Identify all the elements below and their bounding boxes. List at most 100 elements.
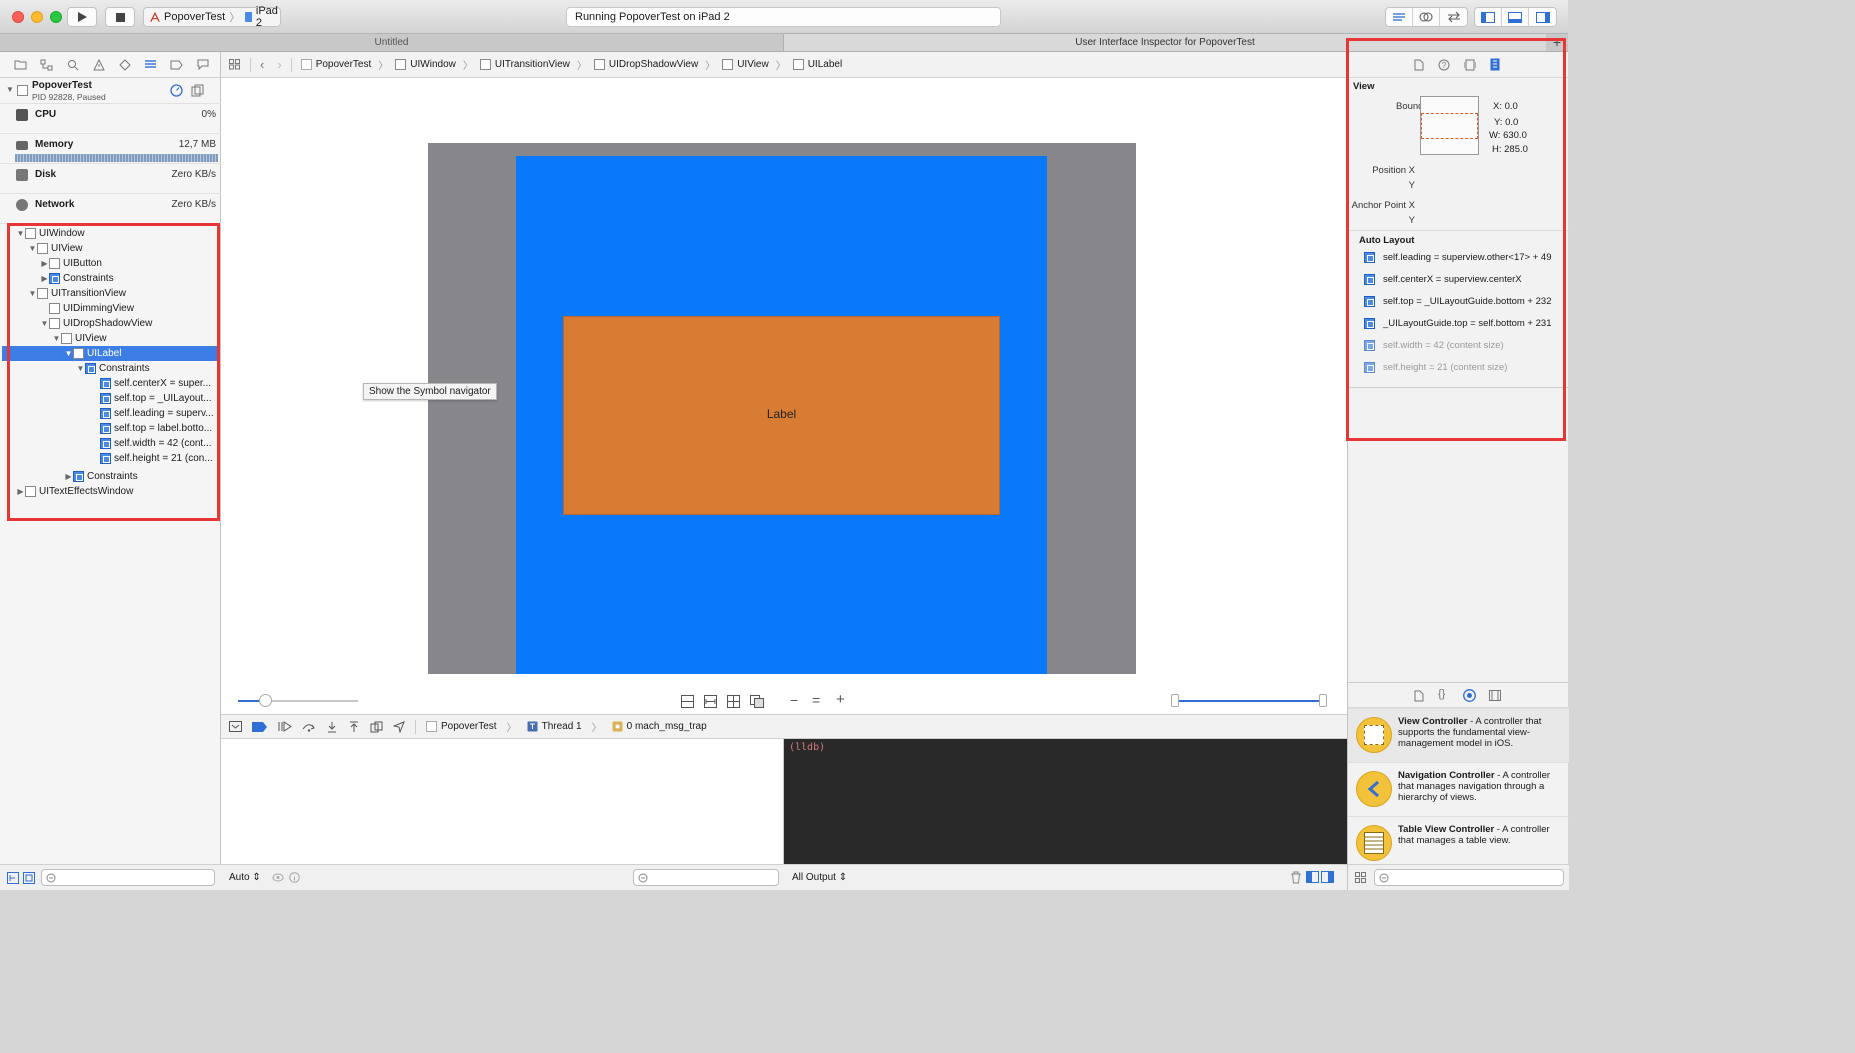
tree-row[interactable]: self.height = 21 (con... [2, 451, 219, 466]
minimize-window-button[interactable] [31, 11, 43, 23]
spacing-slider[interactable] [238, 694, 358, 707]
disclosure-triangle-icon[interactable]: ▼ [16, 229, 25, 238]
run-button[interactable] [67, 7, 97, 27]
constraint-row[interactable]: self.top = _UILayoutGuide.bottom + 232 [1364, 293, 1551, 309]
version-editor-button[interactable] [1440, 8, 1467, 26]
breakpoints-toggle-icon[interactable] [252, 721, 268, 732]
scheme-selector[interactable]: PopoverTest 〉 iPad 2 [143, 5, 281, 29]
debug-breadcrumb-item[interactable]: 0 mach_msg_trap [612, 721, 707, 732]
eye-icon[interactable] [272, 872, 284, 883]
network-gauge[interactable]: Network Zero KB/s [0, 194, 221, 224]
range-slider-left-handle[interactable] [1171, 694, 1179, 707]
media-library-icon[interactable] [1489, 690, 1501, 701]
utilities-toggle-button[interactable] [1529, 8, 1556, 26]
step-over-icon[interactable] [302, 721, 316, 732]
constraint-row[interactable]: self.leading = superview.other<17> + 49 [1364, 249, 1551, 265]
breadcrumb-item[interactable]: UIView [722, 59, 769, 70]
grid-view-icon[interactable] [1355, 872, 1366, 883]
back-button[interactable]: ‹ [260, 57, 264, 72]
step-out-icon[interactable] [348, 721, 360, 733]
related-items-icon[interactable] [229, 59, 241, 70]
console-output[interactable]: (lldb) [784, 739, 1347, 864]
show-hidden-filter-icon[interactable] [23, 872, 35, 884]
debug-breadcrumb-item[interactable]: Thread 1 [527, 721, 582, 732]
uilabel-view[interactable]: Label [563, 316, 1000, 515]
debug-navigator-icon[interactable] [142, 56, 159, 73]
tree-row[interactable]: ▼ UIView [2, 241, 219, 256]
test-navigator-icon[interactable] [116, 56, 133, 73]
tree-row[interactable]: ▼ UIView [2, 331, 219, 346]
library-item-view-controller[interactable]: View Controller - A controller that supp… [1348, 708, 1569, 762]
show-constraints-icon[interactable] [704, 695, 717, 708]
tree-row[interactable]: self.width = 42 (cont... [2, 436, 219, 451]
zoom-window-button[interactable] [50, 11, 62, 23]
stop-button[interactable] [105, 7, 135, 27]
tree-row[interactable]: ▶ Constraints [2, 271, 219, 286]
file-template-library-icon[interactable] [1414, 690, 1424, 702]
new-tab-button[interactable]: + [1546, 34, 1568, 51]
view-hierarchy-icon[interactable] [191, 84, 204, 97]
disclosure-triangle-icon[interactable]: ▼ [40, 319, 49, 328]
view-debugger-canvas[interactable]: Label Show the Symbol navigator [221, 78, 1347, 688]
tree-row[interactable]: ▼ UIWindow [2, 226, 219, 241]
size-inspector-icon[interactable] [1490, 58, 1500, 71]
object-inspector-icon[interactable] [1464, 59, 1476, 71]
breadcrumb-item[interactable]: PopoverTest [300, 59, 371, 70]
report-navigator-icon[interactable] [194, 56, 211, 73]
cpu-gauge[interactable]: CPU 0% [0, 104, 221, 134]
disclosure-triangle-icon[interactable]: ▶ [40, 274, 49, 283]
zoom-in-icon[interactable]: + [836, 691, 845, 708]
disclosure-triangle-icon[interactable]: ▼ [52, 334, 61, 343]
tree-row[interactable]: self.leading = superv... [2, 406, 219, 421]
gauge-icon[interactable] [170, 84, 183, 97]
output-scope-popup[interactable]: All Output ⇕ [792, 872, 847, 883]
tree-row-selected[interactable]: ▼ UILabel [2, 346, 219, 361]
info-icon[interactable] [289, 872, 300, 883]
tree-row[interactable]: ▼ UITransitionView [2, 286, 219, 301]
disclosure-triangle-icon[interactable]: ▼ [28, 289, 37, 298]
zoom-out-icon[interactable]: − [790, 692, 798, 708]
tree-row[interactable]: ▼ Constraints [2, 361, 219, 376]
tab-untitled[interactable]: Untitled [0, 34, 784, 51]
forward-button[interactable]: › [277, 57, 281, 72]
find-navigator-icon[interactable] [64, 56, 81, 73]
simulate-location-icon[interactable] [393, 720, 405, 733]
file-inspector-icon[interactable] [1414, 59, 1424, 71]
step-into-icon[interactable] [326, 721, 338, 733]
constraint-row-content-size[interactable]: self.height = 21 (content size) [1364, 359, 1507, 375]
console-view-toggle-icon[interactable] [1321, 871, 1334, 883]
disk-gauge[interactable]: Disk Zero KB/s [0, 164, 221, 194]
library-filter-field[interactable] [1374, 869, 1564, 886]
variables-view-toggle-icon[interactable] [1306, 871, 1319, 883]
disclosure-triangle-icon[interactable]: ▶ [40, 259, 49, 268]
close-window-button[interactable] [12, 11, 24, 23]
assistant-editor-button[interactable] [1413, 8, 1440, 26]
hierarchy-filter-icon[interactable] [7, 872, 19, 884]
tree-row[interactable]: self.centerX = super... [2, 376, 219, 391]
tree-row[interactable]: ▶ UITextEffectsWindow [2, 484, 219, 499]
range-slider[interactable] [1171, 694, 1327, 707]
continue-icon[interactable] [278, 721, 292, 732]
disclosure-triangle-icon[interactable]: ▼ [28, 244, 37, 253]
variables-filter-field[interactable] [633, 869, 779, 886]
standard-editor-button[interactable] [1386, 8, 1413, 26]
range-slider-right-handle[interactable] [1319, 694, 1327, 707]
debug-area-toggle-button[interactable] [1502, 8, 1529, 26]
tree-row[interactable]: ▶ UIButton [2, 256, 219, 271]
navigator-filter-field[interactable] [41, 869, 215, 886]
debug-view-hierarchy-icon[interactable] [370, 721, 383, 733]
issue-navigator-icon[interactable] [90, 56, 107, 73]
disclosure-triangle-icon[interactable]: ▶ [16, 487, 25, 496]
constraint-row[interactable]: _UILayoutGuide.top = self.bottom + 231 [1364, 315, 1551, 331]
variables-view[interactable] [221, 739, 784, 864]
breadcrumb-item[interactable]: UITransitionView [479, 59, 570, 70]
breadcrumb-item[interactable]: UILabel [792, 59, 842, 70]
tree-row[interactable]: ▼ UIDropShadowView [2, 316, 219, 331]
symbol-navigator-icon[interactable] [38, 56, 55, 73]
tree-row[interactable]: UIDimmingView [2, 301, 219, 316]
disclosure-triangle-icon[interactable]: ▶ [64, 472, 73, 481]
breadcrumb-item[interactable]: UIWindow [395, 59, 456, 70]
tree-row[interactable]: ▶ Constraints [2, 469, 219, 484]
memory-gauge[interactable]: Memory 12,7 MB [0, 134, 221, 164]
contents-icon[interactable] [750, 695, 764, 708]
